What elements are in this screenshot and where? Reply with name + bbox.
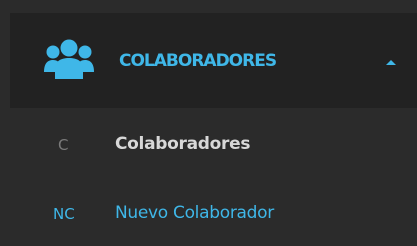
menu-item-abbr: NC — [53, 205, 75, 223]
menu-item-abbr: C — [58, 136, 69, 154]
menu-group-colaboradores[interactable]: COLABORADORES — [10, 13, 417, 108]
menu-group-label: COLABORADORES — [119, 51, 277, 71]
sidebar-menu: COLABORADORES C Colaboradores NC Nuevo C… — [0, 0, 417, 246]
menu-item-label: Colaboradores — [115, 134, 251, 154]
menu-item-nuevo-colaborador[interactable]: NC Nuevo Colaborador — [0, 189, 417, 239]
users-group-icon — [44, 39, 94, 79]
caret-up-icon[interactable] — [386, 60, 396, 65]
menu-item-colaboradores[interactable]: C Colaboradores — [0, 120, 417, 170]
menu-item-label: Nuevo Colaborador — [115, 203, 274, 223]
